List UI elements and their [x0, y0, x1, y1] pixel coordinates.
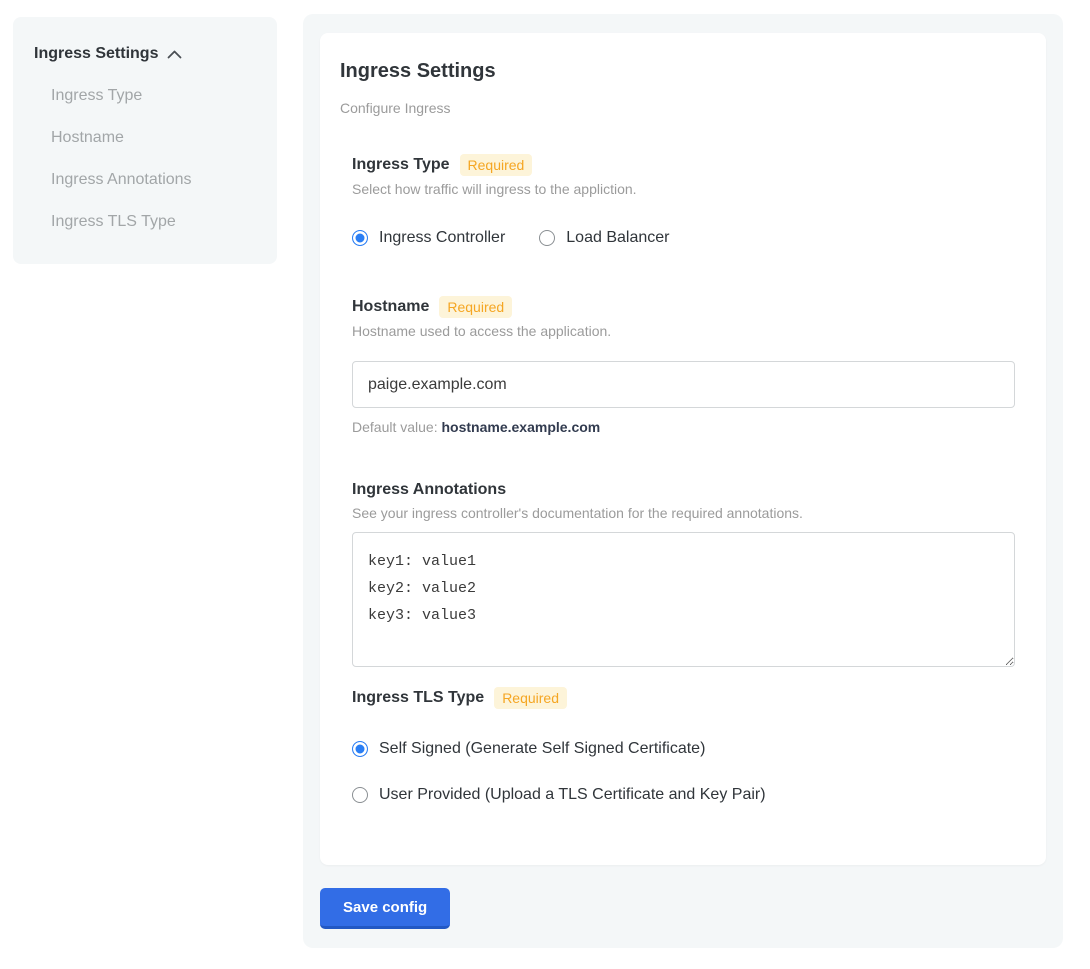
ingress-type-heading-row: Ingress Type Required [352, 154, 1015, 176]
radio-option-user-provided[interactable]: User Provided (Upload a TLS Certificate … [352, 785, 766, 805]
sidebar-group-title: Ingress Settings [34, 43, 158, 65]
radio-input-load-balancer[interactable] [539, 230, 555, 246]
card-subtitle: Configure Ingress [340, 100, 1026, 116]
hostname-heading-row: Hostname Required [352, 296, 1015, 318]
hostname-input[interactable] [352, 361, 1015, 408]
card-title: Ingress Settings [340, 59, 1026, 83]
tls-radio-group: Self Signed (Generate Self Signed Certif… [352, 739, 1015, 805]
radio-label-user-provided: User Provided (Upload a TLS Certificate … [379, 785, 766, 805]
hostname-help: Hostname used to access the application. [352, 322, 1015, 340]
sidebar-item-hostname[interactable]: Hostname [51, 127, 257, 149]
section-ingress-annotations: Ingress Annotations See your ingress con… [352, 480, 1015, 667]
radio-option-self-signed[interactable]: Self Signed (Generate Self Signed Certif… [352, 739, 705, 759]
section-ingress-tls-type: Ingress TLS Type Required Self Signed (G… [352, 687, 1015, 805]
page: Ingress Settings Ingress Type Hostname I… [0, 0, 1090, 969]
radio-input-user-provided[interactable] [352, 787, 368, 803]
radio-input-ingress-controller[interactable] [352, 230, 368, 246]
sidebar-item-list: Ingress Type Hostname Ingress Annotation… [34, 85, 257, 233]
chevron-up-icon [167, 50, 182, 59]
sidebar-item-ingress-annotations[interactable]: Ingress Annotations [51, 169, 257, 191]
config-sections: Ingress Type Required Select how traffic… [340, 154, 1026, 805]
sidebar: Ingress Settings Ingress Type Hostname I… [13, 17, 277, 264]
config-panel: Ingress Settings Configure Ingress Ingre… [303, 14, 1063, 948]
save-config-button[interactable]: Save config [320, 888, 450, 929]
ingress-type-help: Select how traffic will ingress to the a… [352, 180, 1015, 198]
annotations-heading-row: Ingress Annotations [352, 480, 1015, 500]
radio-label-self-signed: Self Signed (Generate Self Signed Certif… [379, 739, 705, 759]
config-card: Ingress Settings Configure Ingress Ingre… [320, 33, 1046, 865]
radio-input-self-signed[interactable] [352, 741, 368, 757]
section-hostname: Hostname Required Hostname used to acces… [352, 296, 1015, 435]
sidebar-item-ingress-type[interactable]: Ingress Type [51, 85, 257, 107]
hostname-label: Hostname [352, 297, 429, 317]
sidebar-item-ingress-tls-type[interactable]: Ingress TLS Type [51, 211, 257, 233]
radio-option-load-balancer[interactable]: Load Balancer [539, 228, 669, 248]
ingress-type-radio-group: Ingress Controller Load Balancer [352, 228, 1015, 248]
ingress-tls-type-label: Ingress TLS Type [352, 688, 484, 708]
required-badge: Required [460, 154, 533, 176]
default-value-label: Default value: [352, 419, 438, 435]
ingress-type-label: Ingress Type [352, 155, 450, 175]
radio-label-ingress-controller: Ingress Controller [379, 228, 505, 248]
ingress-annotations-help: See your ingress controller's documentat… [352, 504, 1015, 522]
hostname-default-line: Default value: hostname.example.com [352, 419, 1015, 435]
radio-option-ingress-controller[interactable]: Ingress Controller [352, 228, 505, 248]
ingress-annotations-textarea[interactable]: key1: value1 key2: value2 key3: value3 [352, 532, 1015, 667]
ingress-annotations-label: Ingress Annotations [352, 480, 506, 500]
required-badge: Required [494, 687, 567, 709]
default-value-text: hostname.example.com [442, 419, 601, 435]
required-badge: Required [439, 296, 512, 318]
sidebar-group-ingress-settings[interactable]: Ingress Settings [34, 43, 257, 65]
tls-heading-row: Ingress TLS Type Required [352, 687, 1015, 709]
section-ingress-type: Ingress Type Required Select how traffic… [352, 154, 1015, 248]
radio-label-load-balancer: Load Balancer [566, 228, 669, 248]
